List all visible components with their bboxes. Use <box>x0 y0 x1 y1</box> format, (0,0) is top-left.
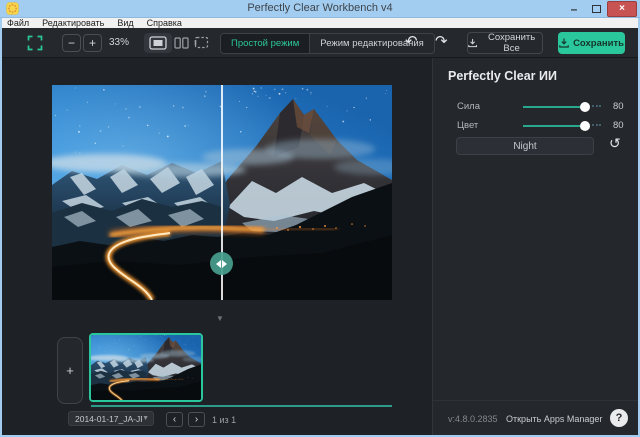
next-photo-button[interactable]: › <box>188 412 205 427</box>
help-button[interactable]: ? <box>610 409 628 427</box>
slider-value: 80 <box>613 101 624 112</box>
slider-fill <box>523 125 585 127</box>
thumbnail-selected[interactable] <box>89 333 203 402</box>
panel-footer: v:4.8.0.2835 Открыть Apps Manager ? <box>433 400 639 435</box>
prev-photo-button[interactable]: ‹ <box>166 412 183 427</box>
redo-icon[interactable]: ↷ <box>435 32 448 52</box>
slider-label: Цвет <box>457 120 478 131</box>
photo-counter: 1 из 1 <box>212 415 236 425</box>
slider-row-color: Цвет 80 <box>433 117 639 135</box>
save-all-label: Сохранить Все <box>481 32 542 54</box>
color-slider[interactable] <box>523 125 601 127</box>
adjustments-panel: Perfectly Clear ИИ Сила 80 Цвет 80 Night… <box>432 58 638 435</box>
split-handle[interactable] <box>210 252 233 275</box>
maximize-button[interactable] <box>585 5 607 13</box>
menu-edit[interactable]: Редактировать <box>42 18 104 28</box>
arrow-right-icon <box>222 260 227 268</box>
download-icon <box>468 38 477 48</box>
slider-thumb[interactable] <box>580 102 590 112</box>
version-label: v:4.8.0.2835 <box>448 414 498 424</box>
menu-bar: Файл Редактировать Вид Справка <box>0 18 640 28</box>
slider-value: 80 <box>613 120 624 131</box>
apps-manager-link[interactable]: Открыть Apps Manager <box>506 414 602 424</box>
save-label: Сохранить <box>573 38 624 49</box>
menu-view[interactable]: Вид <box>117 18 133 28</box>
compare-view-icon <box>194 36 209 49</box>
slider-label: Сила <box>457 101 480 112</box>
save-button[interactable]: Сохранить <box>558 32 625 54</box>
photo-preview[interactable] <box>52 85 392 300</box>
save-all-button[interactable]: Сохранить Все <box>467 32 543 54</box>
menu-file[interactable]: Файл <box>7 18 29 28</box>
close-button[interactable]: × <box>607 1 637 17</box>
view-split-button[interactable] <box>174 37 189 49</box>
menu-help[interactable]: Справка <box>147 18 182 28</box>
minimize-button[interactable]: – <box>563 2 585 16</box>
reset-icon[interactable]: ↺ <box>609 135 621 152</box>
window-title: Perfectly Clear Workbench v4 <box>0 2 640 14</box>
mode-simple-tab[interactable]: Простой режим <box>221 34 310 53</box>
zoom-in-button[interactable]: + <box>83 34 102 52</box>
arrow-left-icon <box>216 260 221 268</box>
fit-to-screen-icon[interactable] <box>27 35 43 51</box>
single-view-icon <box>149 36 167 50</box>
window-border <box>0 18 2 437</box>
split-view-icon <box>174 37 189 49</box>
download-icon <box>559 38 569 48</box>
filmstrip-collapse-icon[interactable]: ▼ <box>216 314 224 323</box>
toolbar: − + 33% Простой режим Режим редактирован… <box>2 28 638 58</box>
view-single-button[interactable] <box>144 33 172 53</box>
title-bar: Perfectly Clear Workbench v4 – × <box>0 0 640 18</box>
view-compare-button[interactable] <box>194 36 209 49</box>
add-photos-button[interactable]: + <box>57 337 83 404</box>
viewer-canvas: ▼ + 2014-01-17_JA-JP897… ▼ ‹ › 1 из 1 <box>2 58 432 435</box>
strength-slider[interactable] <box>523 106 601 108</box>
filename-dropdown[interactable]: 2014-01-17_JA-JP897… ▼ <box>68 411 154 426</box>
slider-fill <box>523 106 585 108</box>
preset-night-button[interactable]: Night <box>456 137 594 155</box>
mode-toggle: Простой режим Режим редактирования <box>220 33 435 54</box>
chevron-down-icon: ▼ <box>142 415 149 422</box>
app-window: Perfectly Clear Workbench v4 – × Файл Ре… <box>0 0 640 437</box>
filename-label: 2014-01-17_JA-JP897… <box>75 414 142 424</box>
zoom-out-button[interactable]: − <box>62 34 81 52</box>
thumbnail-image <box>91 335 201 400</box>
slider-row-strength: Сила 80 <box>433 98 639 116</box>
undo-icon[interactable]: ↶ <box>405 32 418 52</box>
maximize-icon <box>592 5 601 13</box>
filmstrip-progress-bar <box>91 405 392 407</box>
slider-thumb[interactable] <box>580 121 590 131</box>
zoom-level: 33% <box>109 37 129 48</box>
panel-title: Perfectly Clear ИИ <box>448 69 557 83</box>
